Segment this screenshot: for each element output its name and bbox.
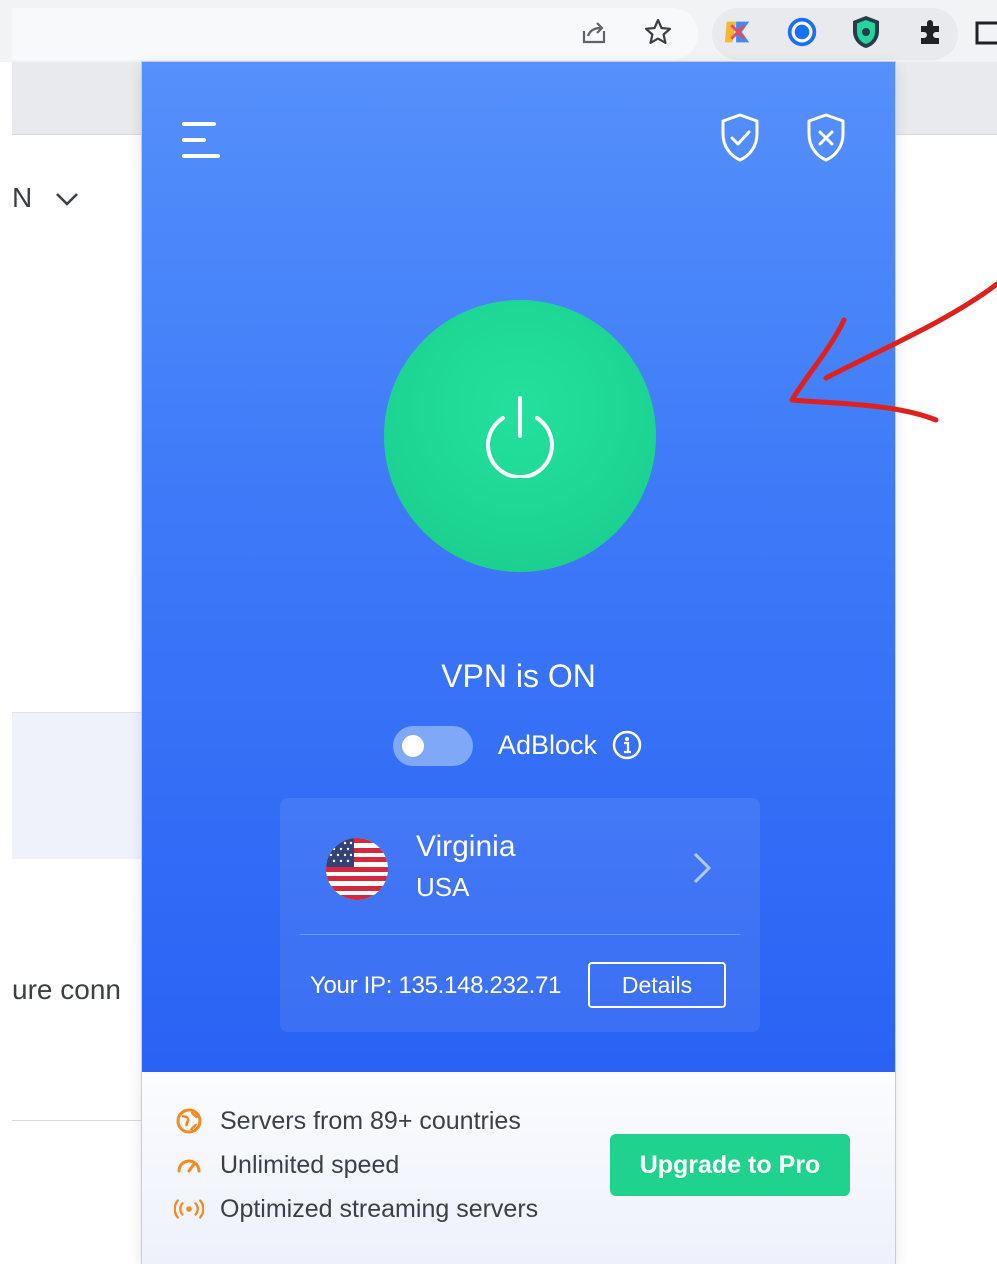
menu-icon-line: [182, 154, 220, 158]
ip-address-text: Your IP: 135.148.232.71: [310, 972, 562, 999]
vpn-extension-icon[interactable]: [850, 16, 882, 48]
page-text-fragment: ure conn: [12, 974, 121, 1005]
chevron-down-icon: [56, 193, 78, 206]
menu-icon-line: [182, 138, 206, 142]
sidebar-icon[interactable]: [970, 16, 997, 48]
page-content-block: [12, 712, 144, 859]
shield-x-icon: [807, 113, 845, 162]
streaming-icon: [174, 1194, 204, 1224]
feature-item: Optimized streaming servers: [174, 1194, 538, 1224]
speedometer-icon: [174, 1150, 204, 1180]
feature-label: Unlimited speed: [220, 1150, 400, 1179]
popup-main-panel: VPN is ON AdBlock Virginia USA Your IP: …: [142, 62, 895, 1072]
location-selector[interactable]: Virginia USA: [280, 798, 760, 934]
power-icon: [486, 396, 554, 478]
globe-icon: [174, 1106, 204, 1136]
vpn-status-text: VPN is ON: [441, 658, 596, 694]
details-button[interactable]: Details: [588, 962, 726, 1008]
adblock-toggle[interactable]: [393, 726, 473, 766]
chevron-right-icon: [690, 850, 714, 886]
feature-item: Servers from 89+ countries: [174, 1106, 521, 1136]
popup-footer: Servers from 89+ countries Unlimited spe…: [142, 1072, 895, 1264]
vpn-popup: VPN is ON AdBlock Virginia USA Your IP: …: [142, 62, 895, 1264]
shield-check-icon: [721, 113, 759, 162]
upgrade-to-pro-button[interactable]: Upgrade to Pro: [610, 1134, 850, 1196]
adblock-label: AdBlock: [498, 730, 598, 760]
location-city: Virginia: [416, 830, 516, 863]
power-button[interactable]: [384, 300, 656, 572]
share-icon[interactable]: [578, 16, 610, 48]
usa-flag-icon: [326, 838, 388, 900]
bitwarden-extension-icon[interactable]: [722, 16, 754, 48]
info-icon[interactable]: [612, 730, 642, 760]
page-dropdown-text: N: [12, 182, 33, 213]
page-divider: [12, 1120, 144, 1121]
card-divider: [300, 934, 740, 935]
page-dropdown[interactable]: N: [12, 182, 80, 214]
location-card: Virginia USA Your IP: 135.148.232.71 Det…: [280, 798, 760, 1032]
grammarly-extension-icon[interactable]: [786, 16, 818, 48]
toggle-knob: [402, 735, 424, 757]
feature-label: Optimized streaming servers: [220, 1194, 539, 1223]
shield-block-button[interactable]: [804, 112, 848, 164]
menu-icon-line: [182, 122, 216, 126]
feature-item: Unlimited speed: [174, 1150, 399, 1180]
feature-label: Servers from 89+ countries: [220, 1106, 521, 1135]
browser-toolbar: [0, 0, 997, 62]
bookmark-star-icon[interactable]: [642, 16, 674, 48]
location-country: USA: [416, 872, 470, 902]
menu-button[interactable]: [180, 120, 226, 160]
shield-check-button[interactable]: [718, 112, 762, 164]
puzzle-extensions-icon[interactable]: [914, 16, 946, 48]
